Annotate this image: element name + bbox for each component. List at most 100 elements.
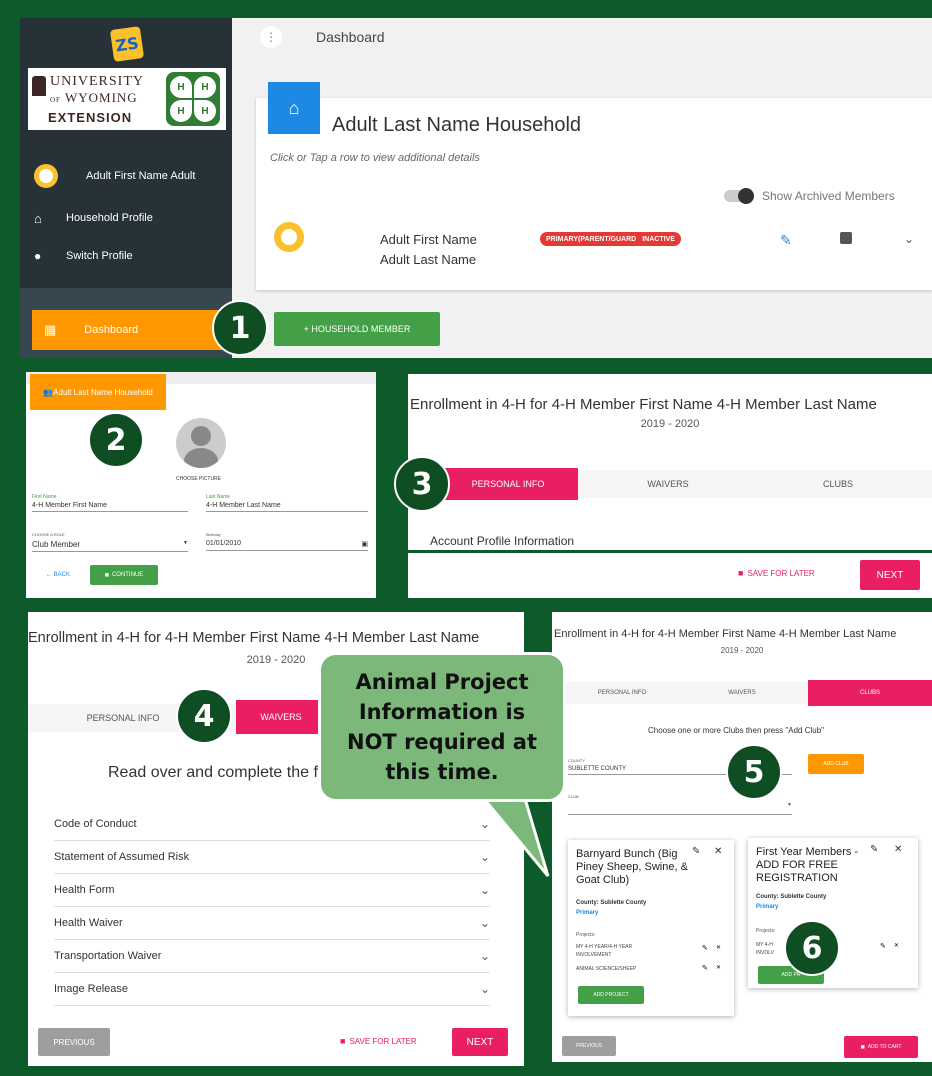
next-button[interactable]: NEXT: [452, 1028, 508, 1056]
edit-icon[interactable]: ✎: [702, 964, 708, 972]
member-row[interactable]: Adult First Name Adult Last Name PRIMARY…: [268, 218, 928, 274]
step-4-badge: 4: [176, 688, 232, 744]
role-select[interactable]: Club Member ▼: [32, 540, 188, 552]
badge-role: PRIMARY(PARENT/GUARD: [546, 235, 637, 243]
sidebar-user[interactable]: Adult First Name Adult: [34, 164, 224, 188]
save-icon: ■: [104, 571, 109, 579]
chevron-down-icon[interactable]: ⌄: [904, 230, 914, 248]
step-3-badge: 3: [394, 456, 450, 512]
waiver-item[interactable]: Image Release ⌄: [54, 973, 490, 1006]
sidebar: ZS UNIVERSITY OF WYOMING EXTENSION H H H…: [20, 18, 232, 358]
add-to-cart-button[interactable]: ■ ADD TO CART: [844, 1036, 918, 1058]
sidebar-item-label: Household Profile: [66, 212, 153, 224]
status-badge: PRIMARY(PARENT/GUARD INACTIVE: [540, 232, 681, 246]
edit-icon[interactable]: ✎: [702, 944, 708, 952]
club-primary: Primary: [756, 904, 779, 910]
tab-waivers[interactable]: WAIVERS: [598, 470, 738, 498]
save-for-later-button[interactable]: ■ SAVE FOR LATER: [340, 1036, 417, 1046]
previous-button[interactable]: PREVIOUS: [38, 1028, 110, 1056]
sidebar-item-switch[interactable]: ● Switch Profile: [34, 246, 224, 266]
panel-dashboard: ZS UNIVERSITY OF WYOMING EXTENSION H H H…: [20, 18, 932, 358]
dashboard-icon: ▦: [44, 322, 57, 337]
household-button[interactable]: 👥 Adult Last Name Household: [30, 374, 166, 410]
add-club-button[interactable]: ADD CLUB: [808, 754, 864, 774]
tab-personal-info[interactable]: PERSONAL INFO: [562, 682, 682, 704]
save-for-later-button[interactable]: ■ SAVE FOR LATER: [738, 568, 815, 578]
tab-waivers[interactable]: WAIVERS: [236, 700, 326, 734]
add-project-button[interactable]: ADD PROJECT: [578, 986, 644, 1004]
zs-logo-icon: ZS: [109, 26, 145, 62]
tab-clubs[interactable]: CLUBS: [768, 470, 908, 498]
show-archived-label: Show Archived Members: [762, 189, 895, 203]
waiver-item[interactable]: Transportation Waiver ⌄: [54, 940, 490, 973]
step-5-badge: 5: [726, 744, 782, 800]
first-name-label: First Name: [32, 494, 57, 500]
close-icon[interactable]: ✕: [716, 944, 721, 951]
close-icon[interactable]: ✕: [714, 846, 722, 857]
club-select[interactable]: ▼: [568, 802, 792, 815]
back-button[interactable]: ← BACK: [46, 572, 70, 578]
dropdown-arrow-icon: ▼: [183, 540, 188, 546]
chevron-down-icon: ⌄: [479, 982, 490, 996]
callout-bubble: Animal Project Information is NOT requir…: [318, 652, 566, 802]
panel-add-member: 👥 Adult Last Name Household CHOOSE PICTU…: [26, 372, 376, 598]
home-icon: ⌂: [34, 210, 42, 226]
sidebar-item-household[interactable]: ⌂ Household Profile: [34, 208, 224, 228]
close-icon[interactable]: ✕: [716, 964, 721, 971]
choose-picture-label[interactable]: CHOOSE PICTURE: [176, 476, 221, 482]
member-avatar: [274, 222, 304, 252]
enrollment-year: 2019 - 2020: [720, 646, 764, 655]
next-button[interactable]: NEXT: [860, 560, 920, 590]
chevron-down-icon: ⌄: [479, 916, 490, 930]
tab-clubs[interactable]: CLUBS: [808, 680, 932, 706]
club-name: Barnyard Bunch (Big Piney Sheep, Swine, …: [576, 848, 688, 886]
logo-university-text: UNIVERSITY: [50, 74, 144, 89]
club-primary: Primary: [576, 910, 599, 916]
archive-toggle[interactable]: [724, 188, 754, 204]
continue-button[interactable]: ■ CONTINUE: [90, 565, 158, 585]
member-first-name: Adult First Name: [380, 232, 477, 247]
birthday-label: Birthday: [206, 532, 221, 537]
club-label: CLUB: [568, 794, 579, 799]
add-household-member-button[interactable]: + HOUSEHOLD MEMBER: [274, 312, 440, 346]
member-last-name: Adult Last Name: [380, 252, 477, 267]
first-name-field[interactable]: 4-H Member First Name: [32, 502, 188, 512]
waiver-item[interactable]: Health Waiver ⌄: [54, 907, 490, 940]
edit-icon[interactable]: ✎: [880, 942, 886, 950]
birthday-field[interactable]: 01/01/2010 ▣: [206, 540, 368, 551]
menu-dots-icon[interactable]: ⋮: [260, 26, 282, 48]
projects-label: Projects:: [756, 928, 776, 934]
sidebar-user-name: Adult First Name Adult: [86, 170, 196, 182]
edit-icon[interactable]: ✎: [692, 846, 700, 857]
calendar-icon: ▣: [361, 541, 368, 548]
avatar: [34, 164, 58, 188]
edit-icon[interactable]: ✎: [870, 844, 878, 855]
enrollment-title: Enrollment in 4-H for 4-H Member First N…: [554, 628, 897, 640]
close-icon[interactable]: ✕: [894, 942, 899, 949]
uw-extension-logo: UNIVERSITY OF WYOMING EXTENSION H H H H: [28, 68, 226, 130]
close-icon[interactable]: ✕: [894, 844, 902, 855]
previous-button[interactable]: PREVIOUS: [562, 1036, 616, 1056]
last-name-field[interactable]: 4-H Member Last Name: [206, 502, 368, 512]
role-label: CHOOSE A ROLE: [32, 532, 65, 537]
sidebar-item-dashboard[interactable]: ▦ Dashboard: [32, 310, 222, 350]
archive-icon[interactable]: [840, 232, 852, 244]
club-county: County: Sublette County: [756, 894, 827, 900]
panel-personal-info: Enrollment in 4-H for 4-H Member First N…: [408, 374, 932, 598]
edit-icon[interactable]: ✎: [780, 232, 792, 249]
club-card: Barnyard Bunch (Big Piney Sheep, Swine, …: [568, 840, 734, 1016]
logo-of-text: OF: [50, 96, 61, 104]
household-title: Adult Last Name Household: [332, 114, 582, 136]
profile-picture[interactable]: [176, 418, 226, 468]
tab-personal-info[interactable]: PERSONAL INFO: [438, 468, 578, 500]
step-2-badge: 2: [88, 412, 144, 468]
club-county: County: Sublette County: [576, 900, 647, 906]
tab-waivers[interactable]: WAIVERS: [682, 682, 802, 704]
project-item: MY 4-H YEAR/4-H YEAR INVOLVEMENT ✎ ✕: [576, 944, 722, 958]
save-icon: ■: [738, 568, 744, 578]
waiver-item[interactable]: Code of Conduct ⌄: [54, 808, 490, 841]
waiver-instruction: Read over and complete the fo: [108, 764, 327, 781]
waiver-item[interactable]: Health Form ⌄: [54, 874, 490, 907]
waiver-item[interactable]: Statement of Assumed Risk ⌄: [54, 841, 490, 874]
household-home-icon: ⌂: [268, 82, 320, 134]
